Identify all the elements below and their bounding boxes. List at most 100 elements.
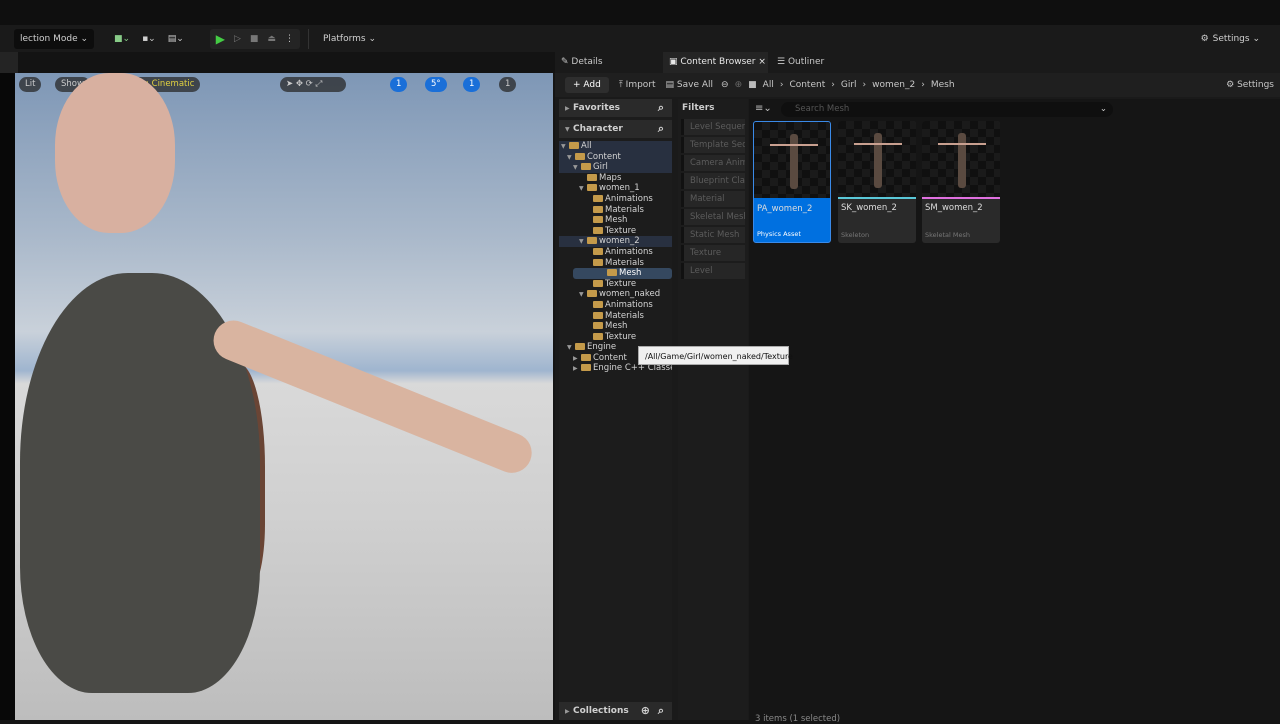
breadcrumb-women-2[interactable]: women_2 bbox=[872, 80, 915, 90]
collections-header[interactable]: ▶ Collections ⊕ ⌕ bbox=[559, 702, 672, 720]
tree-item[interactable]: Materials bbox=[559, 258, 672, 269]
angle-snap-button[interactable]: 5° bbox=[425, 77, 447, 92]
filter-chip[interactable]: Skeletal Mesh bbox=[681, 209, 745, 225]
grid-snap-button[interactable]: 1 bbox=[390, 77, 408, 92]
tab-outliner[interactable]: ☰ Outliner bbox=[771, 52, 851, 73]
breadcrumb-mesh[interactable]: Mesh bbox=[931, 80, 955, 90]
search-input[interactable]: Search Mesh ⌄ bbox=[781, 102, 1113, 117]
blueprint-icon[interactable]: ▪⌄ bbox=[136, 29, 162, 49]
filter-chip[interactable]: Material bbox=[681, 191, 745, 207]
character-header[interactable]: ▼ Character ⌕ bbox=[559, 120, 672, 138]
import-label: Import bbox=[625, 80, 656, 90]
favorites-header[interactable]: ▶ Favorites ⌕ bbox=[559, 99, 672, 117]
selection-mode-dropdown[interactable]: lection Mode ⌄ bbox=[14, 28, 95, 49]
tab-label: Outliner bbox=[787, 57, 825, 67]
tree-item[interactable]: Animations bbox=[559, 300, 672, 311]
lit-button[interactable]: Lit bbox=[19, 77, 42, 92]
content-browser-panel: ✎ Details ▣ Content Browser × ☰ Outliner… bbox=[555, 52, 1280, 724]
asset-name: SM_women_2 bbox=[925, 203, 983, 213]
eject-icon[interactable]: ⏏ bbox=[267, 34, 276, 44]
filter-chip[interactable]: Level Sequence bbox=[681, 119, 745, 135]
filter-chip[interactable]: Texture bbox=[681, 245, 745, 261]
filter-dropdown-icon[interactable]: ≡⌄ bbox=[755, 103, 772, 114]
tree-item[interactable]: ▼ women_2 bbox=[559, 236, 672, 247]
character-thumbnail-figure bbox=[958, 133, 966, 188]
forward-icon[interactable]: ⊕ bbox=[735, 80, 743, 90]
search-icon[interactable]: ⌕ bbox=[658, 704, 664, 718]
character-thumbnail-figure bbox=[874, 133, 882, 188]
save-all-button[interactable]: ▤ Save All bbox=[666, 80, 714, 90]
tree-item[interactable]: ▼ women_1 bbox=[559, 183, 672, 194]
cinematics-icon[interactable]: ▤⌄ bbox=[162, 29, 190, 49]
character-thumbnail-arms bbox=[770, 144, 818, 146]
character-thumbnail-arms bbox=[938, 143, 986, 145]
gear-icon: ⚙ bbox=[1200, 33, 1209, 44]
back-icon[interactable]: ⊖ bbox=[721, 80, 729, 90]
play-icon[interactable]: ▶ bbox=[216, 32, 225, 46]
asset-card-sk-women-2[interactable]: SK_women_2 Skeleton bbox=[838, 121, 916, 243]
settings-button[interactable]: ⚙ Settings ⌄ bbox=[1195, 29, 1266, 49]
search-icon[interactable]: ⌕ bbox=[658, 122, 664, 136]
left-strip bbox=[0, 73, 15, 720]
play-controls: ▶ ▷ ■ ⏏ ⋮ bbox=[209, 28, 300, 49]
more-icon[interactable]: ⋮ bbox=[285, 34, 294, 44]
tree-item[interactable]: ▼ Girl bbox=[559, 162, 672, 173]
tree-item[interactable]: ▼ All bbox=[559, 141, 672, 152]
add-collection-icon[interactable]: ⊕ bbox=[641, 704, 650, 717]
filter-chip[interactable]: Camera Animation bbox=[681, 155, 745, 171]
asset-card-sm-women-2[interactable]: SM_women_2 Skeletal Mesh bbox=[922, 121, 1000, 243]
tree-item-selected[interactable]: Mesh bbox=[573, 268, 672, 279]
tab-label: Details bbox=[571, 57, 603, 67]
asset-thumbnail bbox=[754, 122, 830, 198]
filter-chip[interactable]: Blueprint Class bbox=[681, 173, 745, 189]
collections-label: Collections bbox=[573, 706, 629, 716]
platforms-button[interactable]: Platforms ⌄ bbox=[317, 29, 382, 49]
tree-item[interactable]: Maps bbox=[559, 173, 672, 184]
asset-thumbnail bbox=[838, 121, 916, 197]
tree-item[interactable]: ▼ Content bbox=[559, 151, 672, 163]
tree-item[interactable]: Materials bbox=[559, 205, 672, 216]
filter-chip[interactable]: Static Mesh bbox=[681, 227, 745, 243]
tree-item[interactable]: Mesh bbox=[559, 321, 672, 332]
tree-item[interactable]: Animations bbox=[559, 194, 672, 205]
asset-view: ≡⌄ Search Mesh ⌄ PA_women_2 Physics Asset… bbox=[749, 99, 1280, 724]
filter-chip[interactable]: Template Sequence bbox=[681, 137, 745, 153]
breadcrumb-girl[interactable]: Girl bbox=[841, 80, 857, 90]
tree-item[interactable]: Texture bbox=[559, 332, 672, 343]
filters-panel: Filters Level Sequence Template Sequence… bbox=[678, 99, 748, 720]
close-icon[interactable]: × bbox=[758, 57, 766, 67]
content-browser-toolbar: + Add ⤒ Import ▤ Save All ⊖ ⊕ ■ All › Con… bbox=[555, 73, 1280, 97]
search-icon[interactable]: ⌕ bbox=[658, 101, 664, 115]
asset-card-pa-women-2[interactable]: PA_women_2 Physics Asset bbox=[753, 121, 831, 243]
filters-title: Filters bbox=[682, 103, 715, 113]
stop-icon[interactable]: ■ bbox=[250, 34, 259, 44]
tab-label: Content Browser bbox=[680, 57, 756, 67]
tree-item[interactable]: Materials bbox=[559, 311, 672, 322]
character-label: Character bbox=[573, 124, 623, 134]
breadcrumb-content[interactable]: Content bbox=[789, 80, 825, 90]
tree-item[interactable]: ▼ women_naked bbox=[559, 289, 672, 300]
camera-speed-button[interactable]: 1 bbox=[499, 77, 517, 92]
add-button[interactable]: + Add bbox=[565, 77, 609, 93]
scale-snap-button[interactable]: 1 bbox=[463, 77, 481, 92]
character-head bbox=[55, 73, 175, 233]
tab-content-browser[interactable]: ▣ Content Browser × bbox=[663, 52, 768, 73]
add-actor-icon[interactable]: ■⌄ bbox=[108, 29, 136, 49]
step-icon[interactable]: ▷ bbox=[234, 34, 241, 44]
import-button[interactable]: ⤒ Import bbox=[619, 80, 656, 90]
tree-item[interactable]: Mesh bbox=[559, 215, 672, 226]
tab-details[interactable]: ✎ Details bbox=[555, 52, 655, 73]
cb-settings-button[interactable]: ⚙ Settings bbox=[1226, 80, 1274, 90]
chevron-down-icon[interactable]: ⌄ bbox=[1100, 102, 1107, 117]
filter-chip[interactable]: Level bbox=[681, 263, 745, 279]
title-bar bbox=[0, 0, 1280, 25]
asset-name: SK_women_2 bbox=[841, 203, 897, 213]
tree-item[interactable]: Animations bbox=[559, 247, 672, 258]
tree-item[interactable]: Texture bbox=[559, 226, 672, 237]
tree-item[interactable]: Texture bbox=[559, 279, 672, 290]
breadcrumb-all[interactable]: All bbox=[763, 80, 774, 90]
character-thumbnail-arms bbox=[854, 143, 902, 145]
asset-type: Skeletal Mesh bbox=[925, 231, 970, 239]
transform-tools[interactable]: ➤ ✥ ⟳ ⤢ bbox=[280, 77, 346, 92]
level-viewport[interactable]: Lit Show Scalability: Cinematic ➤ ✥ ⟳ ⤢ … bbox=[15, 73, 553, 720]
